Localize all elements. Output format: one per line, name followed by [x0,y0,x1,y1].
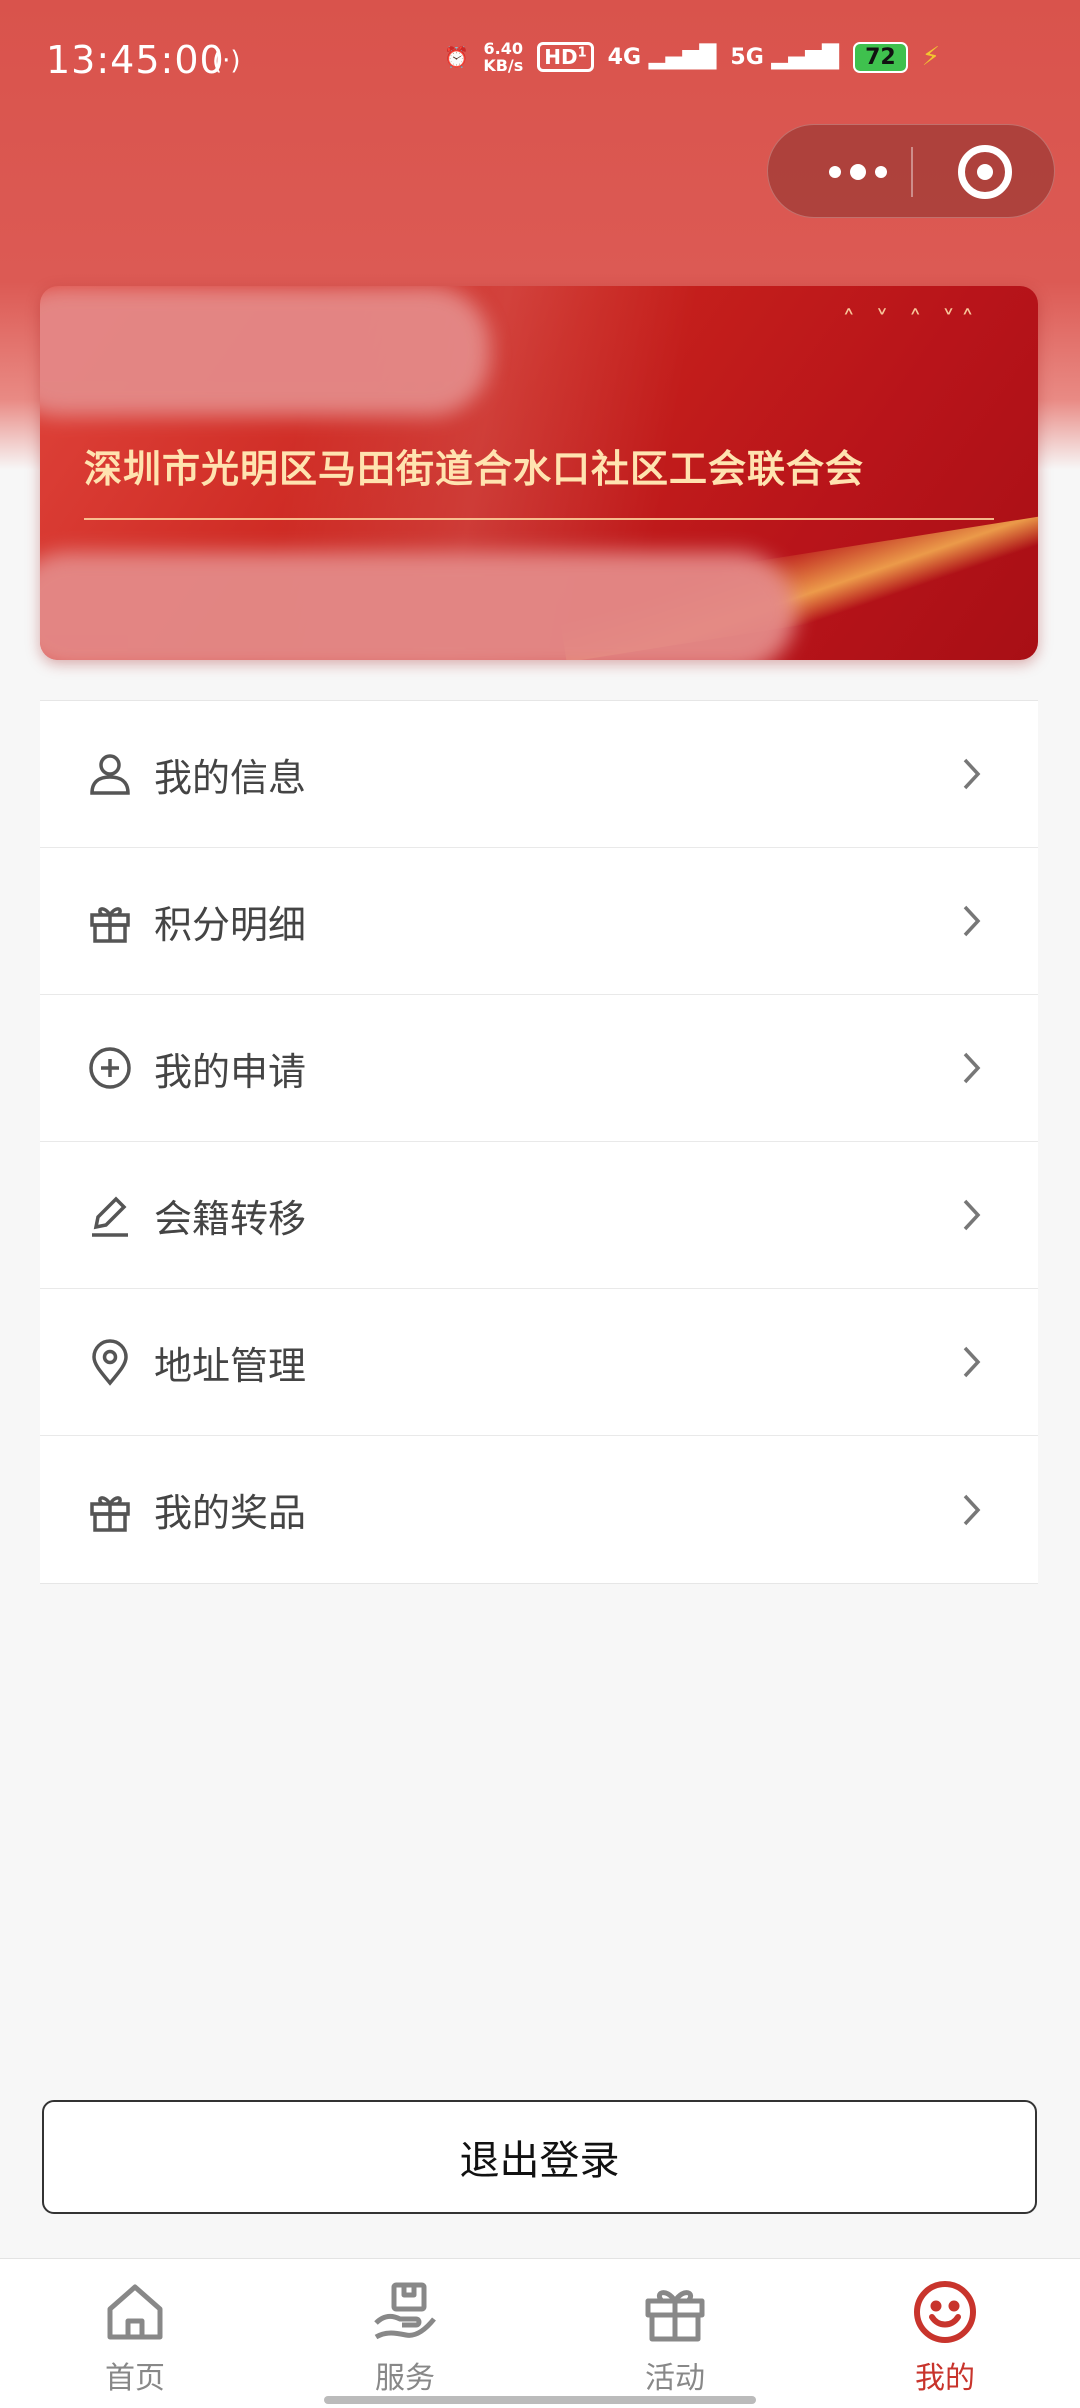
logout-button[interactable]: 退出登录 [42,2100,1037,2214]
chevron-right-icon [963,1052,981,1084]
chevron-right-icon [963,1346,981,1378]
location-pin-icon [86,1338,134,1386]
union-name: 深圳市光明区马田街道合水口社区工会联合会 [84,447,865,491]
smiley-icon [912,2279,978,2345]
status-time: 13:45:00 [46,38,225,82]
more-dots-icon[interactable] [808,125,908,219]
charging-icon: ⚡ [921,42,940,72]
profile-menu: 我的信息 积分明细 我的申请 会籍转移 地址管理 我的奖品 [40,700,1038,1584]
signal-5g: 5G ▂▄▆█ [730,44,840,70]
menu-item-label: 地址管理 [154,1343,307,1388]
doves-decoration: ˄ ˅ ˄ ˅˄ [842,306,980,336]
menu-item-label: 积分明细 [154,902,307,947]
signal-4g-label: 4G [607,44,642,70]
menu-item-membership-transfer[interactable]: 会籍转移 [40,1142,1038,1289]
gift-icon [86,897,134,945]
home-icon [102,2279,168,2345]
chevron-right-icon [963,1199,981,1231]
redacted-info-area [40,552,796,660]
miniprogram-capsule [767,124,1055,218]
hd-badge: HD1 [537,42,594,72]
bottom-tabbar: 首页 服务 活动 我的 [0,2258,1080,2408]
status-indicators: ⏰ 6.40 KB/s HD1 4G ▂▄▆█ 5G ▂▄▆█ 72 ⚡ [444,40,940,74]
hd-sim-index: 1 [577,45,587,61]
union-banner: ˄ ˅ ˄ ˅˄ 深圳市光明区马田街道合水口社区工会联合会 [40,286,1038,660]
user-icon [86,750,134,798]
hotspot-icon: (·) [212,46,241,76]
menu-item-my-info[interactable]: 我的信息 [40,701,1038,848]
battery-indicator: 72 [853,41,908,73]
menu-item-my-prizes[interactable]: 我的奖品 [40,1436,1038,1583]
menu-item-label: 我的奖品 [154,1491,307,1535]
alarm-icon: ⏰ [444,45,470,69]
network-speed-unit: KB/s [483,56,524,75]
tab-mine[interactable]: 我的 [810,2259,1080,2408]
tab-home[interactable]: 首页 [0,2259,270,2408]
gift-icon [642,2279,708,2345]
target-circle-icon[interactable] [958,145,1012,199]
banner-divider [84,518,994,520]
network-speed: 6.40 KB/s [483,40,523,74]
redacted-avatar-area [40,286,490,416]
tab-label: 我的 [915,2361,975,2396]
service-hand-icon [372,2279,438,2345]
signal-5g-label: 5G [730,44,764,70]
signal-4g: 4G ▂▄▆█ [607,44,717,70]
home-indicator[interactable] [324,2396,756,2404]
menu-item-address-management[interactable]: 地址管理 [40,1289,1038,1436]
status-bar: 13:45:00 (·) ⏰ 6.40 KB/s HD1 4G ▂▄▆█ 5G … [0,0,1080,120]
menu-item-label: 会籍转移 [154,1196,307,1241]
tab-service[interactable]: 服务 [270,2259,540,2408]
menu-item-my-applications[interactable]: 我的申请 [40,995,1038,1142]
chevron-right-icon [963,1494,981,1525]
capsule-divider [911,147,913,197]
menu-item-points-detail[interactable]: 积分明细 [40,848,1038,995]
tab-label: 活动 [645,2361,705,2396]
pencil-icon [86,1191,134,1239]
menu-item-label: 我的申请 [154,1049,307,1094]
tab-label: 首页 [105,2361,165,2396]
tab-label: 服务 [375,2361,435,2396]
menu-item-label: 我的信息 [154,755,307,800]
chevron-right-icon [963,905,981,937]
tab-activity[interactable]: 活动 [540,2259,810,2408]
chevron-right-icon [963,758,981,790]
plus-circle-icon [86,1044,134,1092]
hd-label: HD [544,45,578,69]
gift-icon [86,1486,134,1534]
